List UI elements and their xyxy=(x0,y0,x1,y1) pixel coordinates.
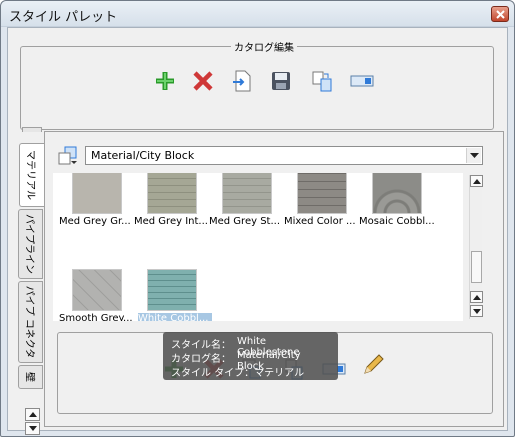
chevron-up-icon xyxy=(473,179,481,184)
tab-scroll-up-button[interactable] xyxy=(25,408,40,421)
tab-pipeline[interactable]: パイプライン xyxy=(18,209,43,279)
style-item-label: Med Grey St... xyxy=(209,216,281,227)
tab-material-label: マテリアル xyxy=(24,150,36,200)
style-type-tabs: マテリアル パイプライン パイプ コネクタ 壁 xyxy=(18,131,45,421)
catalog-add-button[interactable] xyxy=(153,69,177,93)
scroll-up-button-lower[interactable] xyxy=(470,291,483,303)
style-item-label: Mosaic Cobbl... xyxy=(359,216,435,227)
style-item-label: Med Grey Int... xyxy=(134,216,208,227)
tooltip-key: スタイル名： xyxy=(171,340,231,351)
window-title: スタイル パレット xyxy=(9,10,118,25)
scroll-thumb[interactable] xyxy=(471,251,482,283)
style-item-label-selected: White Cobbl... xyxy=(138,313,212,321)
style-list-scrollbar[interactable] xyxy=(469,175,483,319)
style-thumbnail[interactable] xyxy=(147,269,197,311)
chevron-up-icon xyxy=(29,412,37,417)
chevron-down-icon xyxy=(470,153,479,158)
style-palette-window: スタイル パレット カタログ編集 マテリアル パイプライン パイプ コネクタ 壁… xyxy=(0,0,515,437)
catalog-edit-label: カタログ編集 xyxy=(231,39,297,54)
style-thumbnail-grid: Med Grey Gr... Med Grey Int... Med Grey … xyxy=(53,173,463,321)
catalog-path-select[interactable]: Material/City Block xyxy=(85,146,483,165)
import-icon xyxy=(233,70,251,92)
add-icon xyxy=(156,72,174,90)
chevron-up-icon xyxy=(473,295,481,300)
style-item-label: Med Grey Gr... xyxy=(59,216,131,227)
tooltip-row-style-type: スタイル タイプ：マテリアル xyxy=(171,364,330,379)
style-thumbnail[interactable] xyxy=(297,173,347,214)
chevron-down-icon xyxy=(29,426,37,431)
style-thumbnail[interactable] xyxy=(222,173,272,214)
title-bar[interactable]: スタイル パレット xyxy=(1,1,514,27)
catalog-path-value: Material/City Block xyxy=(91,149,195,162)
tooltip-key: スタイル タイプ：マテリアル xyxy=(171,368,305,379)
catalog-browse-icon xyxy=(58,146,77,165)
tab-pipe-connector[interactable]: パイプ コネクタ xyxy=(18,281,43,363)
tab-wall-label: 壁 xyxy=(23,372,35,382)
delete-icon xyxy=(193,71,213,91)
tab-scroll-down-button[interactable] xyxy=(25,422,40,435)
catalog-save-button[interactable] xyxy=(269,69,293,93)
tooltip-row-catalog-name: カタログ名： Material/City Block xyxy=(171,350,330,372)
dropdown-arrow[interactable] xyxy=(466,148,481,163)
catalog-rename-button[interactable] xyxy=(350,69,374,93)
tab-pipe-connector-label: パイプ コネクタ xyxy=(23,285,35,359)
catalog-delete-button[interactable] xyxy=(191,69,215,93)
tab-pipeline-label: パイプライン xyxy=(23,214,35,274)
style-item-label: Smooth Grey... xyxy=(59,313,133,321)
rename-icon xyxy=(350,75,374,87)
close-icon xyxy=(496,10,505,19)
scroll-down-button[interactable] xyxy=(470,305,483,317)
style-thumbnail[interactable] xyxy=(72,269,122,311)
catalog-copy-button[interactable] xyxy=(310,69,334,93)
scroll-up-button[interactable] xyxy=(470,175,483,187)
close-button[interactable] xyxy=(491,6,509,22)
style-edit-button[interactable] xyxy=(361,353,385,377)
tooltip-row-style-name: スタイル名： White Cobblestone xyxy=(171,336,330,358)
style-thumbnail[interactable] xyxy=(372,173,422,214)
tab-material[interactable]: マテリアル xyxy=(19,143,45,207)
palette-body: カタログ編集 マテリアル パイプライン パイプ コネクタ 壁 Material/… xyxy=(7,27,508,435)
tab-wall[interactable]: 壁 xyxy=(18,365,43,389)
catalog-browse-button[interactable] xyxy=(58,146,78,169)
tooltip-key: カタログ名： xyxy=(171,354,231,365)
chevron-down-icon xyxy=(473,309,481,314)
style-thumbnail[interactable] xyxy=(147,173,197,214)
catalog-import-button[interactable] xyxy=(230,69,254,93)
style-item-label: Mixed Color ... xyxy=(284,216,356,227)
catalog-edit-group: カタログ編集 xyxy=(20,39,494,130)
tooltip-value: マテリアル xyxy=(254,368,305,379)
style-thumbnail[interactable] xyxy=(72,173,122,214)
save-icon xyxy=(272,72,290,90)
edit-icon xyxy=(364,354,384,374)
style-tooltip: スタイル名： White Cobblestone カタログ名： Material… xyxy=(163,332,338,380)
copy-icon xyxy=(312,71,332,92)
